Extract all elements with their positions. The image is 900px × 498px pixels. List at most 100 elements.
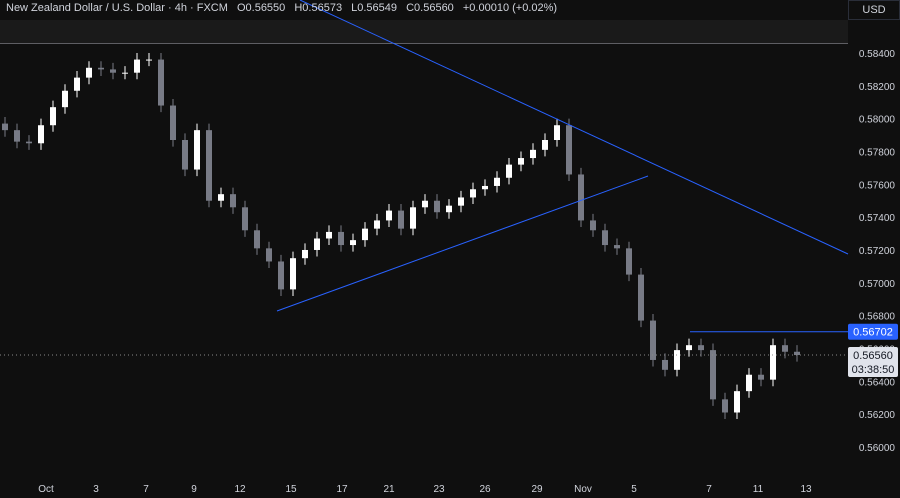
candle-body	[638, 274, 644, 321]
candle-body	[602, 230, 608, 246]
date-tick: 21	[383, 484, 395, 495]
candle-body	[278, 261, 284, 290]
candle-body	[770, 345, 776, 380]
candle-body	[206, 130, 212, 201]
candle-body	[650, 320, 656, 360]
price-tick: 0.56400	[859, 377, 896, 388]
date-tick: 12	[234, 484, 246, 495]
last-price-label: 0.56560	[853, 350, 893, 362]
candle-body	[578, 174, 584, 221]
resistance-label: 0.56702	[853, 327, 893, 339]
candle-body	[530, 149, 536, 159]
price-tick: 0.56000	[859, 443, 896, 454]
date-tick: 7	[143, 484, 149, 495]
candle-body	[626, 248, 632, 275]
price-tick: 0.57800	[859, 147, 896, 158]
date-tick: 29	[531, 484, 543, 495]
high-value: H0.56573	[294, 2, 343, 14]
candle-body	[158, 59, 164, 106]
candle-body	[518, 158, 524, 165]
candle-body	[698, 345, 704, 351]
candle-body	[182, 139, 188, 170]
low-value: L0.56549	[351, 2, 398, 14]
price-tick: 0.58200	[859, 82, 896, 93]
date-tick: Oct	[38, 484, 54, 495]
candle-body	[758, 374, 764, 380]
candle-body	[62, 90, 68, 108]
candle-body	[398, 210, 404, 229]
candle-body	[134, 59, 140, 73]
ascending-trendline	[276, 175, 649, 312]
candle-body	[266, 248, 272, 262]
candle-body	[410, 207, 416, 229]
candle-body	[590, 220, 596, 231]
legend: New Zealand Dollar / U.S. Dollar · 4h · …	[6, 2, 563, 14]
candle-body	[734, 391, 740, 413]
candle-body	[482, 185, 488, 190]
candle-body	[242, 207, 248, 231]
candle-body	[194, 130, 200, 170]
candle-body	[302, 249, 308, 259]
candle-body	[350, 240, 356, 246]
close-value: C0.56560	[406, 2, 454, 14]
date-tick: Nov	[574, 484, 592, 495]
price-tick: 0.58000	[859, 115, 896, 126]
candle-body	[290, 258, 296, 290]
price-tick: 0.56800	[859, 312, 896, 323]
price-tick: 0.58400	[859, 49, 896, 60]
candle-body	[434, 200, 440, 213]
candle-body	[566, 125, 572, 175]
candle-body	[506, 164, 512, 178]
date-tick: 15	[285, 484, 297, 495]
candle-body	[710, 350, 716, 400]
candle-body	[386, 210, 392, 221]
date-tick: 7	[706, 484, 712, 495]
candle-body	[146, 59, 152, 61]
symbol-name: New Zealand Dollar / U.S. Dollar · 4h · …	[6, 2, 228, 14]
currency-button[interactable]: USD	[848, 0, 900, 20]
date-tick: 5	[631, 484, 637, 495]
candle-body	[26, 141, 32, 144]
price-tick: 0.56200	[859, 410, 896, 421]
zone-rect	[0, 20, 848, 44]
date-tick: 17	[336, 484, 348, 495]
candle-body	[326, 231, 332, 239]
price-chart[interactable]: 0.58400 0.58200 0.58000 0.57800 0.57600 0.574…	[0, 0, 900, 498]
price-tick: 0.57600	[859, 180, 896, 191]
date-tick: 23	[433, 484, 445, 495]
candle-body	[614, 245, 620, 249]
candle-body	[722, 399, 728, 413]
candle-body	[38, 125, 44, 144]
candle-body	[422, 200, 428, 208]
candle-body	[122, 72, 128, 74]
candle-body	[446, 205, 452, 213]
candle-body	[470, 189, 476, 198]
candle-body	[374, 220, 380, 229]
candle-body	[362, 228, 368, 241]
date-tick: 3	[93, 484, 99, 495]
candle-body	[662, 359, 668, 370]
candle-body	[230, 194, 236, 208]
change-value: +0.00010 (+0.02%)	[462, 2, 558, 14]
candle-body	[314, 238, 320, 250]
price-tick: 0.57200	[859, 246, 896, 257]
candle-body	[2, 123, 8, 131]
open-value: O0.56550	[236, 2, 286, 14]
date-tick: 11	[753, 484, 764, 495]
candle-body	[14, 130, 20, 142]
chart-container[interactable]: 0.58400 0.58200 0.58000 0.57800 0.57600 0.574…	[0, 0, 900, 498]
candle-body	[674, 350, 680, 370]
candle-body	[494, 177, 500, 186]
candle-body	[542, 139, 548, 150]
candle-body	[74, 77, 80, 91]
candle-body	[110, 69, 116, 73]
price-tick: 0.57400	[859, 213, 896, 224]
candle-body	[98, 67, 104, 70]
date-tick: 9	[191, 484, 197, 495]
candle-body	[338, 231, 344, 246]
candle-body	[170, 105, 176, 140]
candle-body	[50, 107, 56, 126]
countdown-label: 03:38:50	[852, 364, 895, 376]
date-tick: 26	[479, 484, 491, 495]
date-tick: 13	[800, 484, 812, 495]
